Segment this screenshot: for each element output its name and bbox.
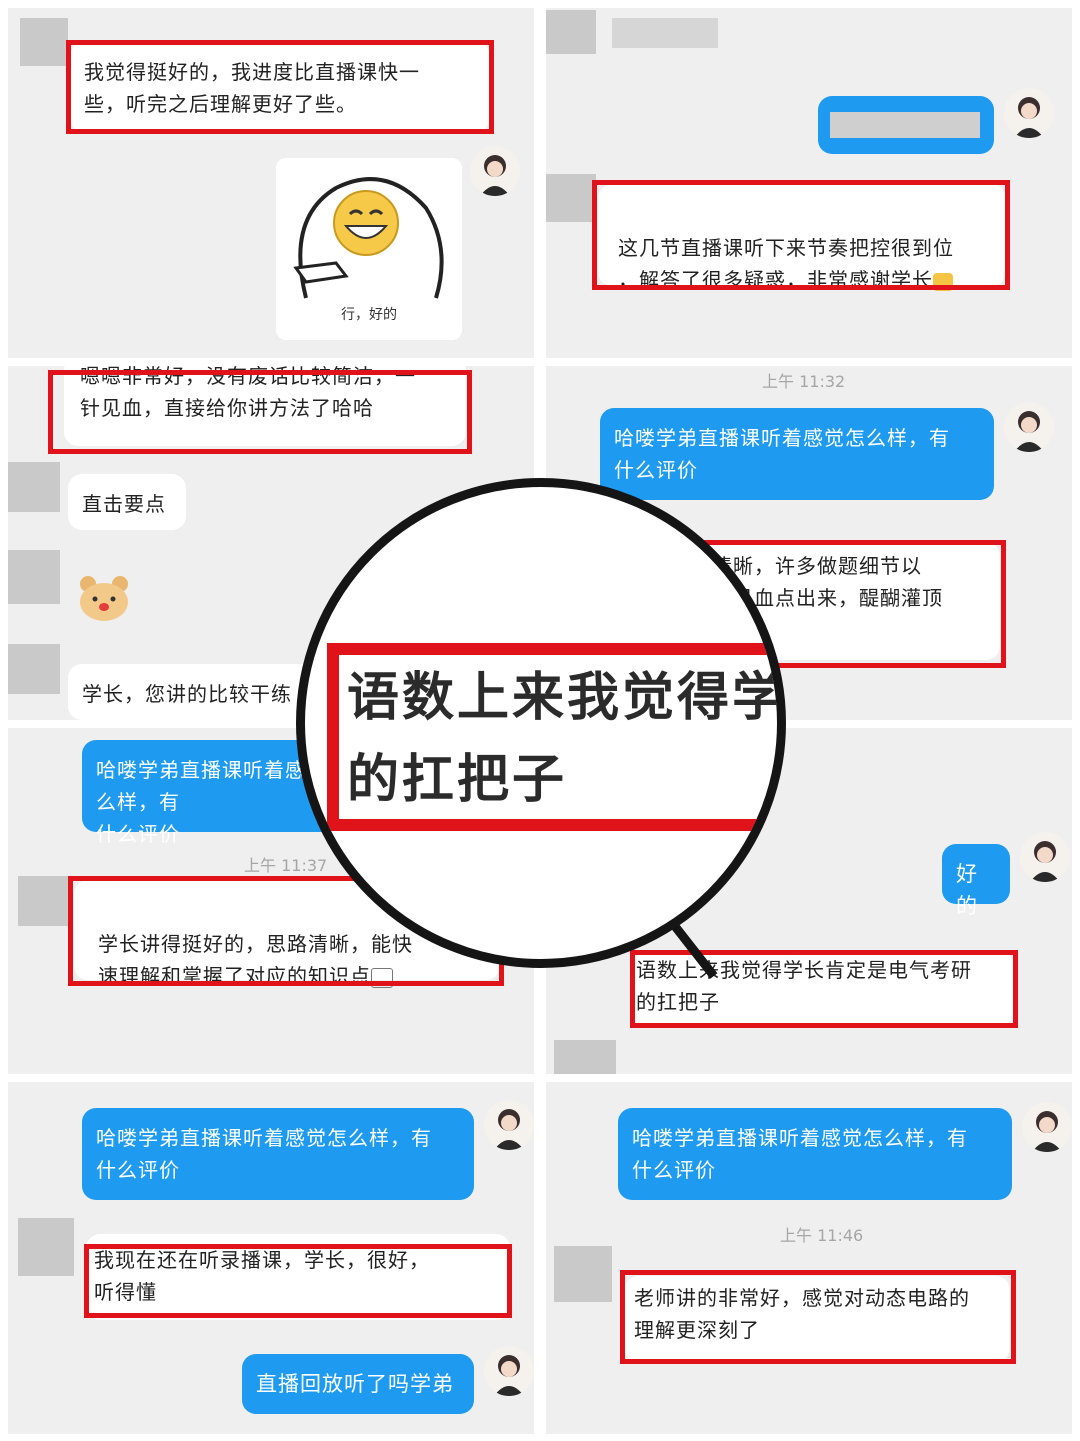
message-bubble: 嗯嗯非常好，没有废话比较简洁，一 针见血，直接给你讲方法了哈哈 bbox=[64, 366, 466, 446]
chat-panel-8: 哈喽学弟直播课听着感觉怎么样，有 什么评价 上午 11:46 老师讲的非常好，感… bbox=[546, 1082, 1072, 1434]
message-bubble: 语数上来我觉得学长肯定是电气考研 的扛把子 bbox=[632, 952, 1014, 1026]
avatar-placeholder bbox=[8, 644, 60, 694]
grin-sticker-icon bbox=[293, 177, 444, 299]
message-bubble: 我觉得挺好的，我进度比直播课快一 些，听完之后理解更好了些。 bbox=[70, 42, 490, 132]
message-bubble: 哈喽学弟直播课听着感觉怎么样，有 什么评价 bbox=[600, 408, 994, 500]
timestamp: 上午 11:37 bbox=[244, 856, 328, 875]
avatar[interactable] bbox=[470, 146, 520, 196]
avatar-placeholder bbox=[8, 462, 60, 512]
avatar-placeholder bbox=[8, 550, 60, 604]
bear-sticker-icon bbox=[80, 576, 128, 621]
chat-panel-2: 这几节直播课听下来节奏把控很到位 ，解答了很多疑惑，非常感谢学长 bbox=[546, 8, 1072, 358]
message-bubble: 哈喽学弟直播课听着感觉怎么样，有 什么评价 bbox=[618, 1108, 1012, 1200]
avatar[interactable] bbox=[1004, 402, 1054, 452]
magnifier-icon: 语数上来我觉得学 的扛把子 bbox=[296, 478, 786, 968]
emoji-icon bbox=[371, 967, 393, 988]
chat-panel-1: 我觉得挺好的，我进度比直播课快一 些，听完之后理解更好了些。 行，好的 bbox=[8, 8, 534, 358]
avatar-placeholder bbox=[546, 10, 596, 54]
message-bubble bbox=[818, 96, 994, 154]
magnified-line-2: 的扛把子 bbox=[347, 750, 568, 810]
message-bubble: 直击要点 bbox=[68, 474, 186, 530]
gift-emoji-icon bbox=[933, 272, 953, 291]
message-bubble: 好的 bbox=[942, 844, 1010, 918]
redacted-bubble bbox=[612, 18, 718, 48]
message-text: 这几节直播课听下来节奏把控很到位 ，解答了很多疑惑，非常感谢学长 bbox=[618, 236, 954, 292]
avatar-placeholder bbox=[18, 1218, 74, 1276]
avatar-placeholder bbox=[20, 18, 68, 66]
avatar-placeholder bbox=[554, 1040, 616, 1074]
avatar-placeholder bbox=[18, 876, 68, 926]
timestamp: 上午 11:32 bbox=[762, 372, 846, 391]
message-bubble: 直播回放听了吗学弟 bbox=[242, 1354, 474, 1414]
message-text: 学长讲得挺好的，思路清晰，能快 速理解和掌握了对应的知识点 bbox=[98, 932, 413, 988]
timestamp: 上午 11:46 bbox=[780, 1226, 864, 1245]
redacted-bar bbox=[830, 112, 980, 138]
message-bubble: 哈喽学弟直播课听着感觉怎么样，有 什么评价 bbox=[82, 1108, 474, 1200]
avatar-placeholder bbox=[554, 1246, 612, 1302]
magnified-line-1: 语数上来我觉得学 bbox=[347, 668, 786, 728]
avatar[interactable] bbox=[1022, 1102, 1072, 1152]
sticker-caption: 行，好的 bbox=[341, 307, 397, 323]
avatar[interactable] bbox=[484, 1346, 534, 1396]
sticker-card[interactable]: 行，好的 bbox=[276, 158, 462, 340]
chat-panel-7: 哈喽学弟直播课听着感觉怎么样，有 什么评价 我现在还在听录播课，学长，很好， 听… bbox=[8, 1082, 534, 1434]
avatar-placeholder bbox=[546, 174, 596, 222]
avatar[interactable] bbox=[484, 1100, 534, 1150]
message-bubble: 我现在还在听录播课，学长，很好， 听得懂 bbox=[86, 1234, 510, 1320]
message-bubble: 老师讲的非常好，感觉对动态电路的 理解更深刻了 bbox=[624, 1276, 1010, 1362]
avatar[interactable] bbox=[1020, 832, 1070, 882]
avatar[interactable] bbox=[1004, 88, 1054, 138]
message-bubble: 这几节直播课听下来节奏把控很到位 ，解答了很多疑惑，非常感谢学长 bbox=[598, 184, 1006, 292]
